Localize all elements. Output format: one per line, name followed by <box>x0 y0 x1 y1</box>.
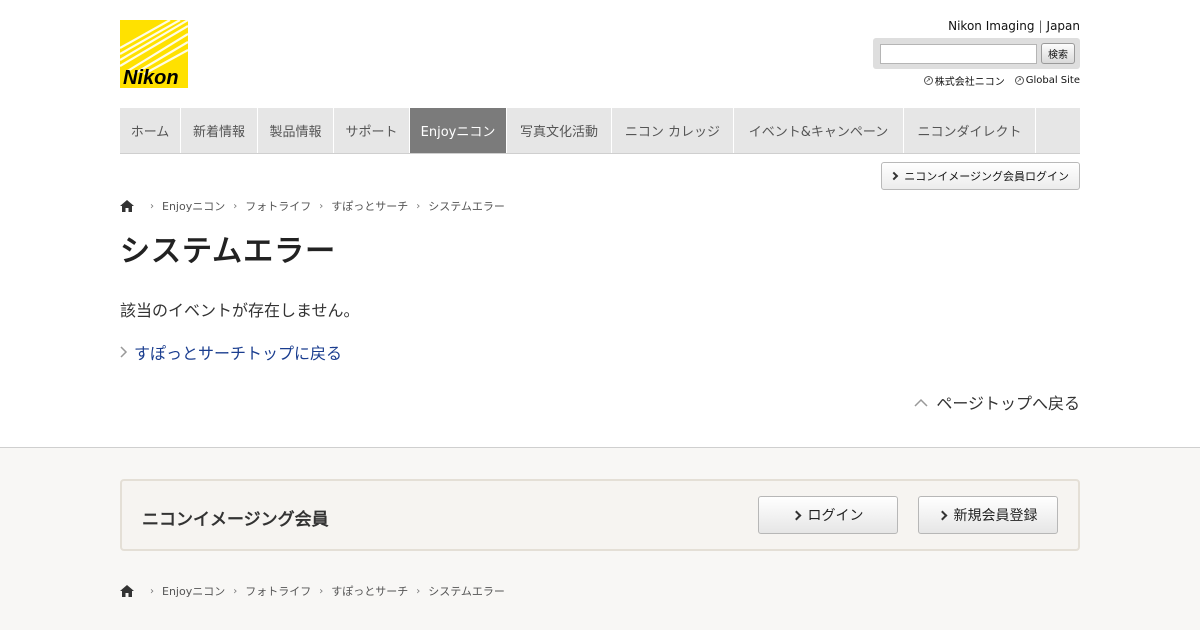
footer: ニコンイメージング会員 ログイン 新規会員登録 › Enjoyニコン › フォト… <box>0 447 1200 630</box>
breadcrumb-current: システムエラー <box>428 585 505 598</box>
error-message: 該当のイベントが存在しません。 <box>120 301 360 320</box>
global-nav: ホーム 新着情報 製品情報 サポート Enjoyニコン 写真文化活動 ニコン カ… <box>120 108 1080 154</box>
search-input[interactable] <box>880 44 1037 64</box>
page-top-label: ページトップへ戻る <box>936 394 1080 413</box>
page-title: システムエラー <box>120 234 337 269</box>
breadcrumb-item[interactable]: Enjoyニコン <box>162 583 225 599</box>
search-button[interactable]: 検索 <box>1041 43 1075 64</box>
breadcrumb: › Enjoyニコン › フォトライフ › すぽっとサーチ › システムエラー <box>120 198 505 214</box>
member-login-button[interactable]: ニコンイメージング会員ログイン <box>881 162 1080 190</box>
home-icon[interactable] <box>120 200 134 212</box>
register-button[interactable]: 新規会員登録 <box>918 496 1058 534</box>
svg-text:Nikon: Nikon <box>123 67 179 88</box>
breadcrumb-item[interactable]: Enjoyニコン <box>162 198 225 214</box>
nav-item-enjoy-nikon[interactable]: Enjoyニコン <box>410 108 507 153</box>
home-icon[interactable] <box>120 585 134 597</box>
footer-login-label: ログイン <box>807 508 864 524</box>
external-link-icon: ↗ <box>923 76 933 85</box>
nav-item-events[interactable]: イベント&キャンペーン <box>734 108 904 153</box>
member-login-label: ニコンイメージング会員ログイン <box>904 170 1069 183</box>
nav-item-news[interactable]: 新着情報 <box>181 108 258 153</box>
global-site-label: Global Site <box>1025 75 1080 86</box>
region-label[interactable]: Japan <box>1047 19 1080 33</box>
chevron-right-icon <box>120 346 128 358</box>
breadcrumb-separator: › <box>416 200 421 212</box>
member-panel: ニコンイメージング会員 ログイン 新規会員登録 <box>120 479 1080 551</box>
corporate-link[interactable]: ↗ 株式会社ニコン <box>923 73 1005 88</box>
search-box: 検索 <box>873 38 1080 69</box>
site-name[interactable]: Nikon Imaging <box>948 19 1034 33</box>
breadcrumb-separator: › <box>233 585 238 597</box>
breadcrumb-item[interactable]: すぽっとサーチ <box>331 198 408 214</box>
chevron-right-icon <box>937 510 947 520</box>
chevron-right-icon <box>791 510 801 520</box>
page-top-link[interactable]: ページトップへ戻る <box>914 390 1080 414</box>
breadcrumb-separator: › <box>319 585 324 597</box>
nikon-logo-graphic: Nikon <box>120 20 188 88</box>
global-site-link[interactable]: ↗ Global Site <box>1014 73 1080 88</box>
nav-item-photo-culture[interactable]: 写真文化活動 <box>507 108 612 153</box>
chevron-up-icon <box>914 398 928 407</box>
breadcrumb-separator: › <box>319 200 324 212</box>
breadcrumb-separator: › <box>233 200 238 212</box>
separator: | <box>1038 19 1043 33</box>
breadcrumb-separator: › <box>150 585 154 597</box>
footer-login-button[interactable]: ログイン <box>758 496 898 534</box>
corporate-link-label: 株式会社ニコン <box>934 77 1005 88</box>
external-link-icon: ↗ <box>1014 76 1024 85</box>
back-to-search-label: すぽっとサーチトップに戻る <box>134 344 343 363</box>
breadcrumb-item[interactable]: フォトライフ <box>245 583 311 599</box>
breadcrumb-item[interactable]: すぽっとサーチ <box>331 583 408 599</box>
back-to-search-link[interactable]: すぽっとサーチトップに戻る <box>120 340 342 364</box>
breadcrumb-current: システムエラー <box>428 200 505 213</box>
nav-item-home[interactable]: ホーム <box>120 108 181 153</box>
nav-item-support[interactable]: サポート <box>334 108 410 153</box>
footer-breadcrumb: › Enjoyニコン › フォトライフ › すぽっとサーチ › システムエラー <box>120 583 505 599</box>
site-title: Nikon Imaging | Japan <box>948 19 1080 33</box>
nav-item-nikon-college[interactable]: ニコン カレッジ <box>612 108 734 153</box>
nav-item-nikon-direct[interactable]: ニコンダイレクト <box>904 108 1036 153</box>
breadcrumb-item[interactable]: フォトライフ <box>245 198 311 214</box>
member-panel-title: ニコンイメージング会員 <box>142 510 329 530</box>
breadcrumb-separator: › <box>416 585 421 597</box>
corporate-links: ↗ 株式会社ニコン ↗ Global Site <box>923 73 1080 88</box>
register-label: 新規会員登録 <box>953 508 1038 524</box>
nav-item-products[interactable]: 製品情報 <box>258 108 334 153</box>
nikon-logo[interactable]: Nikon <box>120 20 188 88</box>
breadcrumb-separator: › <box>150 200 154 212</box>
chevron-right-icon <box>889 171 899 181</box>
